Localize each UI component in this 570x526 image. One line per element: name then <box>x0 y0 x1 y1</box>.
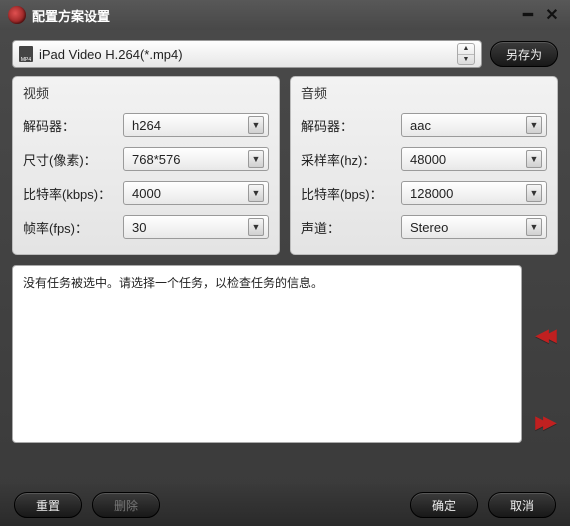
audio-title: 音频 <box>301 83 547 102</box>
audio-bitrate-row: 比特率(bps)： 128000 ▼ <box>301 176 547 210</box>
profile-label: iPad Video H.264(*.mp4) <box>39 47 457 62</box>
settings-panels: 视频 解码器： h264 ▼ 尺寸(像素)： 768*576 ▼ 比特率(kbp… <box>12 76 558 255</box>
video-fps-value: 30 <box>132 220 248 235</box>
dropdown-icon: ▼ <box>248 184 264 202</box>
audio-decoder-value: aac <box>410 118 526 133</box>
main-content: iPad Video H.264(*.mp4) ▲ ▼ 另存为 视频 解码器： … <box>0 30 570 443</box>
video-size-value: 768*576 <box>132 152 248 167</box>
audio-channel-combo[interactable]: Stereo ▼ <box>401 215 547 239</box>
dropdown-icon: ▼ <box>526 150 542 168</box>
app-icon <box>8 6 26 24</box>
video-title: 视频 <box>23 83 269 102</box>
spinner-up-icon[interactable]: ▲ <box>458 44 474 55</box>
audio-bitrate-combo[interactable]: 128000 ▼ <box>401 181 547 205</box>
audio-bitrate-value: 128000 <box>410 186 526 201</box>
video-size-label: 尺寸(像素)： <box>23 150 123 169</box>
video-decoder-value: h264 <box>132 118 248 133</box>
minimize-button[interactable]: ━ <box>518 5 538 25</box>
video-size-row: 尺寸(像素)： 768*576 ▼ <box>23 142 269 176</box>
dropdown-icon: ▼ <box>526 184 542 202</box>
dropdown-icon: ▼ <box>526 218 542 236</box>
video-bitrate-combo[interactable]: 4000 ▼ <box>123 181 269 205</box>
format-icon <box>19 46 33 62</box>
audio-channel-label: 声道： <box>301 218 401 237</box>
video-decoder-label: 解码器： <box>23 116 123 135</box>
info-area: 没有任务被选中。请选择一个任务，以检查任务的信息。 ◀◀ ▶▶ <box>12 265 558 443</box>
audio-decoder-label: 解码器： <box>301 116 401 135</box>
delete-button[interactable]: 删除 <box>92 492 160 518</box>
window-title: 配置方案设置 <box>32 6 514 25</box>
task-info-message: 没有任务被选中。请选择一个任务，以检查任务的信息。 <box>23 276 323 290</box>
video-bitrate-value: 4000 <box>132 186 248 201</box>
dropdown-icon: ▼ <box>248 150 264 168</box>
audio-samplerate-row: 采样率(hz)： 48000 ▼ <box>301 142 547 176</box>
audio-decoder-combo[interactable]: aac ▼ <box>401 113 547 137</box>
video-size-combo[interactable]: 768*576 ▼ <box>123 147 269 171</box>
video-fps-combo[interactable]: 30 ▼ <box>123 215 269 239</box>
prev-button[interactable]: ◀◀ <box>528 325 558 346</box>
spinner-down-icon[interactable]: ▼ <box>458 55 474 65</box>
video-decoder-row: 解码器： h264 ▼ <box>23 108 269 142</box>
video-panel: 视频 解码器： h264 ▼ 尺寸(像素)： 768*576 ▼ 比特率(kbp… <box>12 76 280 255</box>
video-decoder-combo[interactable]: h264 ▼ <box>123 113 269 137</box>
titlebar: 配置方案设置 ━ ✕ <box>0 0 570 30</box>
audio-samplerate-combo[interactable]: 48000 ▼ <box>401 147 547 171</box>
cancel-button[interactable]: 取消 <box>488 492 556 518</box>
close-button[interactable]: ✕ <box>542 5 562 25</box>
dropdown-icon: ▼ <box>526 116 542 134</box>
audio-samplerate-value: 48000 <box>410 152 526 167</box>
profile-spinner[interactable]: ▲ ▼ <box>457 43 475 65</box>
audio-samplerate-label: 采样率(hz)： <box>301 150 401 169</box>
reset-button[interactable]: 重置 <box>14 492 82 518</box>
video-fps-row: 帧率(fps)： 30 ▼ <box>23 210 269 244</box>
ok-button[interactable]: 确定 <box>410 492 478 518</box>
video-fps-label: 帧率(fps)： <box>23 218 123 237</box>
dropdown-icon: ▼ <box>248 116 264 134</box>
save-as-button[interactable]: 另存为 <box>490 41 558 67</box>
audio-decoder-row: 解码器： aac ▼ <box>301 108 547 142</box>
video-bitrate-row: 比特率(kbps)： 4000 ▼ <box>23 176 269 210</box>
next-button[interactable]: ▶▶ <box>528 412 558 433</box>
profile-select[interactable]: iPad Video H.264(*.mp4) ▲ ▼ <box>12 40 482 68</box>
nav-buttons: ◀◀ ▶▶ <box>528 265 558 443</box>
dropdown-icon: ▼ <box>248 218 264 236</box>
audio-channel-value: Stereo <box>410 220 526 235</box>
profile-row: iPad Video H.264(*.mp4) ▲ ▼ 另存为 <box>12 40 558 68</box>
audio-bitrate-label: 比特率(bps)： <box>301 184 401 203</box>
audio-panel: 音频 解码器： aac ▼ 采样率(hz)： 48000 ▼ 比特率(bps)：… <box>290 76 558 255</box>
audio-channel-row: 声道： Stereo ▼ <box>301 210 547 244</box>
footer: 重置 删除 确定 取消 <box>0 484 570 526</box>
video-bitrate-label: 比特率(kbps)： <box>23 184 123 203</box>
task-info-box: 没有任务被选中。请选择一个任务，以检查任务的信息。 <box>12 265 522 443</box>
